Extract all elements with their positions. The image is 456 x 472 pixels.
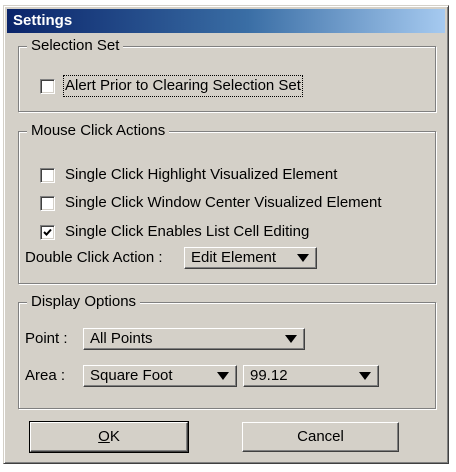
single-click-window-center-checkbox[interactable] [40, 196, 55, 211]
point-value: All Points [90, 330, 153, 347]
single-click-window-center-label: Single Click Window Center Visualized El… [65, 194, 382, 211]
ok-button-label: OK [98, 428, 120, 446]
alert-prior-clearing-checkbox[interactable] [40, 79, 55, 94]
single-click-list-cell-editing-checkbox[interactable] [40, 225, 55, 240]
dialog-title: Settings [13, 12, 73, 29]
ok-accelerator: O [98, 428, 110, 445]
settings-dialog: Settings Selection Set Alert Prior to Cl… [3, 5, 449, 464]
ok-button[interactable]: OK [29, 421, 189, 453]
mouse-click-actions-group: Mouse Click Actions Single Click Highlig… [18, 122, 436, 284]
single-click-window-center-checkbox-row[interactable]: Single Click Window Center Visualized El… [40, 194, 430, 214]
cancel-button-label: Cancel [297, 428, 344, 445]
alert-prior-clearing-checkbox-row[interactable]: Alert Prior to Clearing Selection Set [40, 75, 380, 97]
area-number-value: 99.12 [250, 367, 288, 384]
checkmark-icon [43, 228, 52, 236]
selection-set-legend: Selection Set [27, 37, 124, 55]
title-bar[interactable]: Settings [7, 9, 445, 33]
area-unit-dropdown[interactable]: Square Foot [83, 365, 237, 387]
area-number-dropdown[interactable]: 99.12 [243, 365, 379, 387]
dropdown-arrow-icon [217, 372, 229, 380]
display-options-group: Display Options Point : All Points Area … [18, 293, 436, 409]
single-click-list-cell-editing-label: Single Click Enables List Cell Editing [65, 223, 310, 240]
selection-set-group: Selection Set Alert Prior to Clearing Se… [18, 37, 436, 112]
dropdown-arrow-icon [297, 254, 309, 262]
double-click-action-label: Double Click Action : [25, 249, 163, 266]
area-unit-value: Square Foot [90, 367, 173, 384]
double-click-action-value: Edit Element [191, 249, 277, 266]
single-click-highlight-checkbox[interactable] [40, 168, 55, 183]
dropdown-arrow-icon [285, 335, 297, 343]
point-label: Point : [25, 330, 68, 347]
alert-prior-clearing-label[interactable]: Alert Prior to Clearing Selection Set [63, 75, 303, 97]
dropdown-arrow-icon [359, 372, 371, 380]
mouse-click-actions-legend: Mouse Click Actions [27, 122, 170, 140]
area-label: Area : [25, 367, 66, 384]
point-dropdown[interactable]: All Points [83, 328, 305, 350]
single-click-highlight-label: Single Click Highlight Visualized Elemen… [65, 166, 338, 183]
single-click-list-cell-editing-checkbox-row[interactable]: Single Click Enables List Cell Editing [40, 223, 380, 243]
double-click-action-dropdown[interactable]: Edit Element [184, 247, 317, 269]
ok-label-rest: K [109, 428, 120, 445]
display-options-legend: Display Options [27, 293, 141, 311]
cancel-button[interactable]: Cancel [242, 422, 399, 452]
single-click-highlight-checkbox-row[interactable]: Single Click Highlight Visualized Elemen… [40, 166, 380, 186]
